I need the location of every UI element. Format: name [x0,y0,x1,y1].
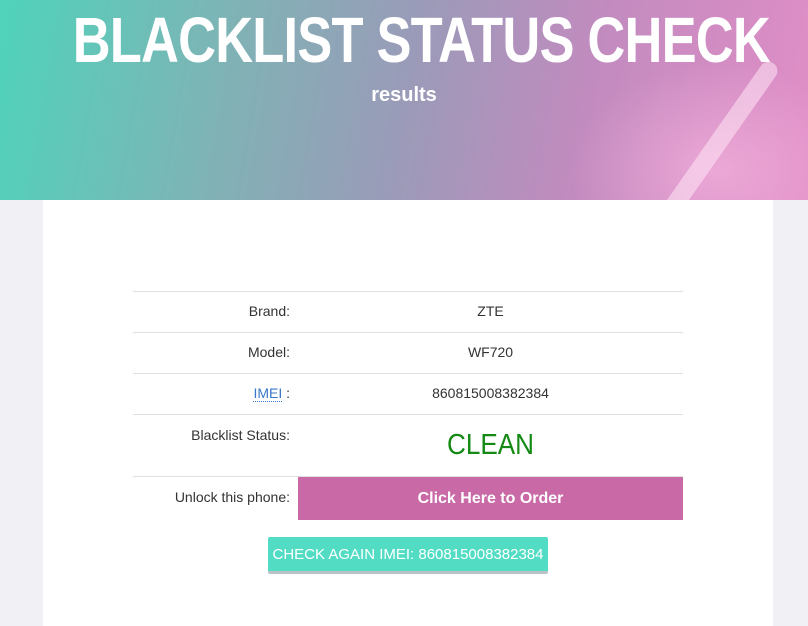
order-cell: Click Here to Order [298,476,683,520]
model-label: Model: [133,332,298,374]
clean-status: CLEAN [446,429,535,461]
model-row: Model: WF720 [133,332,683,374]
check-again-button[interactable]: CHECK AGAIN IMEI: 860815008382384 [268,537,548,574]
page-title: BLACKLIST STATUS CHECK [72,4,771,76]
imei-abbreviation[interactable]: IMEI [253,385,283,402]
page-subtitle: results [371,84,437,106]
imei-value: 860815008382384 [298,373,683,415]
results-table: Brand: ZTE Model: WF720 IMEI : 860815008… [133,291,683,520]
unlock-row: Unlock this phone: Click Here to Order [133,476,683,520]
brand-label: Brand: [133,291,298,333]
blacklist-row: Blacklist Status: CLEAN [133,414,683,477]
imei-label: IMEI : [133,373,298,415]
blacklist-status-value: CLEAN [298,414,683,477]
imei-row: IMEI : 860815008382384 [133,373,683,415]
unlock-label: Unlock this phone: [133,476,298,520]
blacklist-label: Blacklist Status: [133,414,298,477]
hero-banner: BLACKLIST STATUS CHECK results [0,0,808,200]
brand-row: Brand: ZTE [133,291,683,333]
imei-colon: : [282,385,290,401]
brand-value: ZTE [298,291,683,333]
model-value: WF720 [298,332,683,374]
results-card: Brand: ZTE Model: WF720 IMEI : 860815008… [43,200,773,626]
order-button[interactable]: Click Here to Order [298,477,683,520]
